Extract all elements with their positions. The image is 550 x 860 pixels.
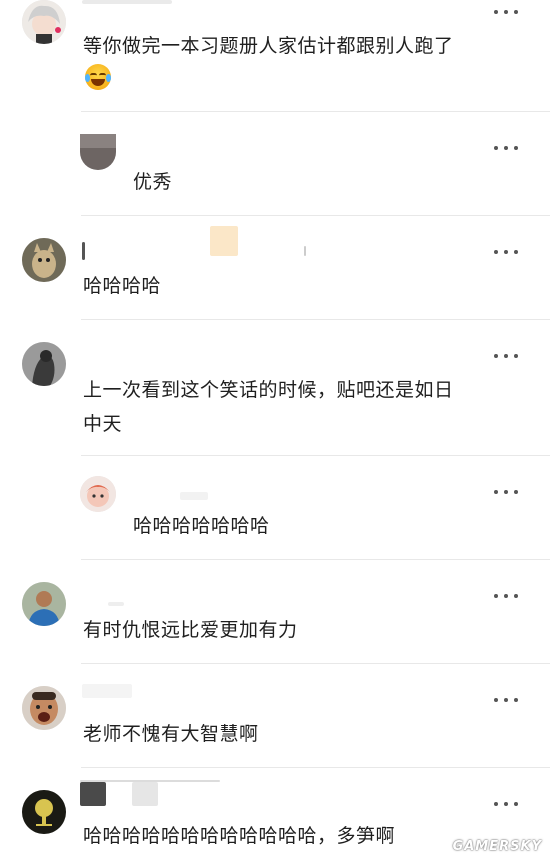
- username-blur: [82, 242, 85, 260]
- commenter-avatar[interactable]: [22, 582, 66, 626]
- comment-text: 哈哈哈哈: [83, 275, 162, 297]
- level-blur: [304, 246, 306, 256]
- crying-laughing-emoji: [85, 64, 111, 90]
- commenter-avatar[interactable]: [22, 342, 66, 386]
- more-options-icon[interactable]: [494, 142, 518, 154]
- username-blur: [80, 780, 220, 782]
- comment-text: 等你做完一本习题册人家估计都跟别人跑了: [83, 35, 454, 57]
- comment-item: 哈哈哈哈: [0, 216, 550, 320]
- commenter-avatar[interactable]: [22, 790, 66, 834]
- username-blur: [180, 492, 208, 500]
- more-options-icon[interactable]: [494, 694, 518, 706]
- comment-text: 哈哈哈哈哈哈哈哈哈哈哈哈，多笋啊: [83, 825, 396, 847]
- comment-item: 有时仇恨远比爱更加有力: [0, 560, 550, 664]
- comment-text: 哈哈哈哈哈哈哈: [133, 515, 270, 537]
- commenter-avatar[interactable]: [22, 686, 66, 730]
- comment-text-line-1: 上一次看到这个笑话的时候，贴吧还是如日: [83, 379, 454, 401]
- more-options-icon[interactable]: [494, 798, 518, 810]
- comment-item: 等你做完一本习题册人家估计都跟别人跑了: [0, 0, 550, 112]
- commenter-avatar[interactable]: [80, 476, 116, 512]
- commenter-avatar[interactable]: [80, 134, 116, 170]
- reply-item: 哈哈哈哈哈哈哈: [0, 456, 550, 560]
- more-options-icon[interactable]: [494, 486, 518, 498]
- username-blur: [82, 0, 172, 4]
- badge-blur: [210, 226, 238, 256]
- comment-text-line-2: 中天: [83, 413, 123, 435]
- more-options-icon[interactable]: [494, 246, 518, 258]
- comment-text: 有时仇恨远比爱更加有力: [83, 619, 298, 641]
- comment-text: 老师不愧有大智慧啊: [83, 723, 259, 745]
- username-blur: [82, 684, 132, 698]
- reply-item: 优秀: [0, 112, 550, 216]
- commenter-avatar[interactable]: [22, 0, 66, 44]
- watermark-logo: GAMERSKY: [452, 839, 542, 854]
- more-options-icon[interactable]: [494, 350, 518, 362]
- username-blur: [80, 782, 106, 806]
- comment-text: 优秀: [133, 171, 173, 193]
- comment-item: 上一次看到这个笑话的时候，贴吧还是如日 中天: [0, 320, 550, 456]
- more-options-icon[interactable]: [494, 6, 518, 18]
- username-blur: [108, 602, 124, 606]
- more-options-icon[interactable]: [494, 590, 518, 602]
- comment-item: 老师不愧有大智慧啊: [0, 664, 550, 768]
- username-blur: [132, 782, 158, 806]
- commenter-avatar[interactable]: [22, 238, 66, 282]
